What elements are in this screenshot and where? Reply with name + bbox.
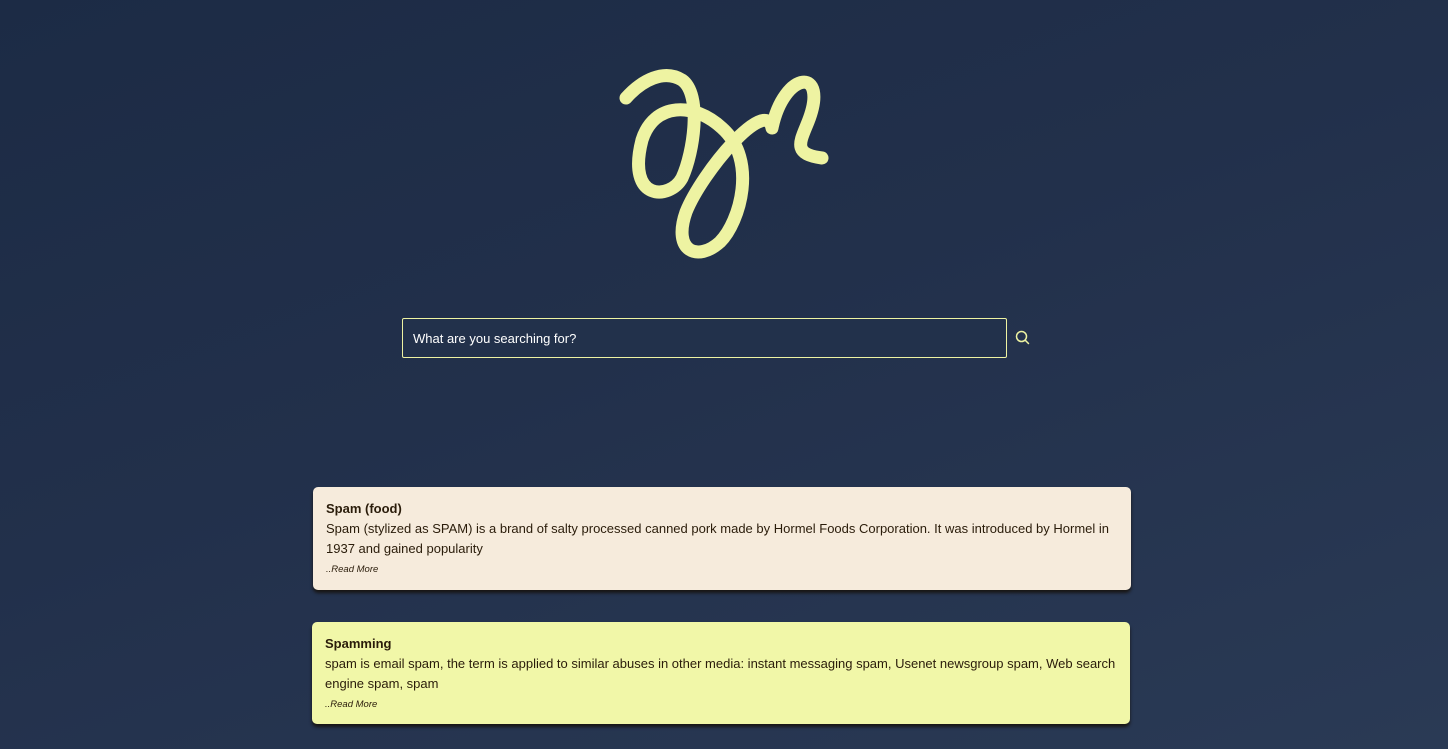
search-button[interactable] [1014,329,1032,347]
result-title: Spam (food) [326,501,402,516]
search-icon [1015,330,1030,345]
result-title: Spamming [325,636,392,651]
result-card[interactable]: Spamming spam is email spam, the term is… [312,622,1130,724]
read-more-link[interactable]: ..Read More [325,699,377,710]
read-more-link[interactable]: ..Read More [326,564,378,575]
result-snippet: spam is email spam, the term is applied … [325,656,1116,691]
result-card[interactable]: Spam (food) Spam (stylized as SPAM) is a… [313,487,1131,590]
squiggle-logo-icon [619,69,829,259]
search-bar [402,318,1042,358]
search-input[interactable] [402,318,1007,358]
result-snippet: Spam (stylized as SPAM) is a brand of sa… [326,521,1109,556]
